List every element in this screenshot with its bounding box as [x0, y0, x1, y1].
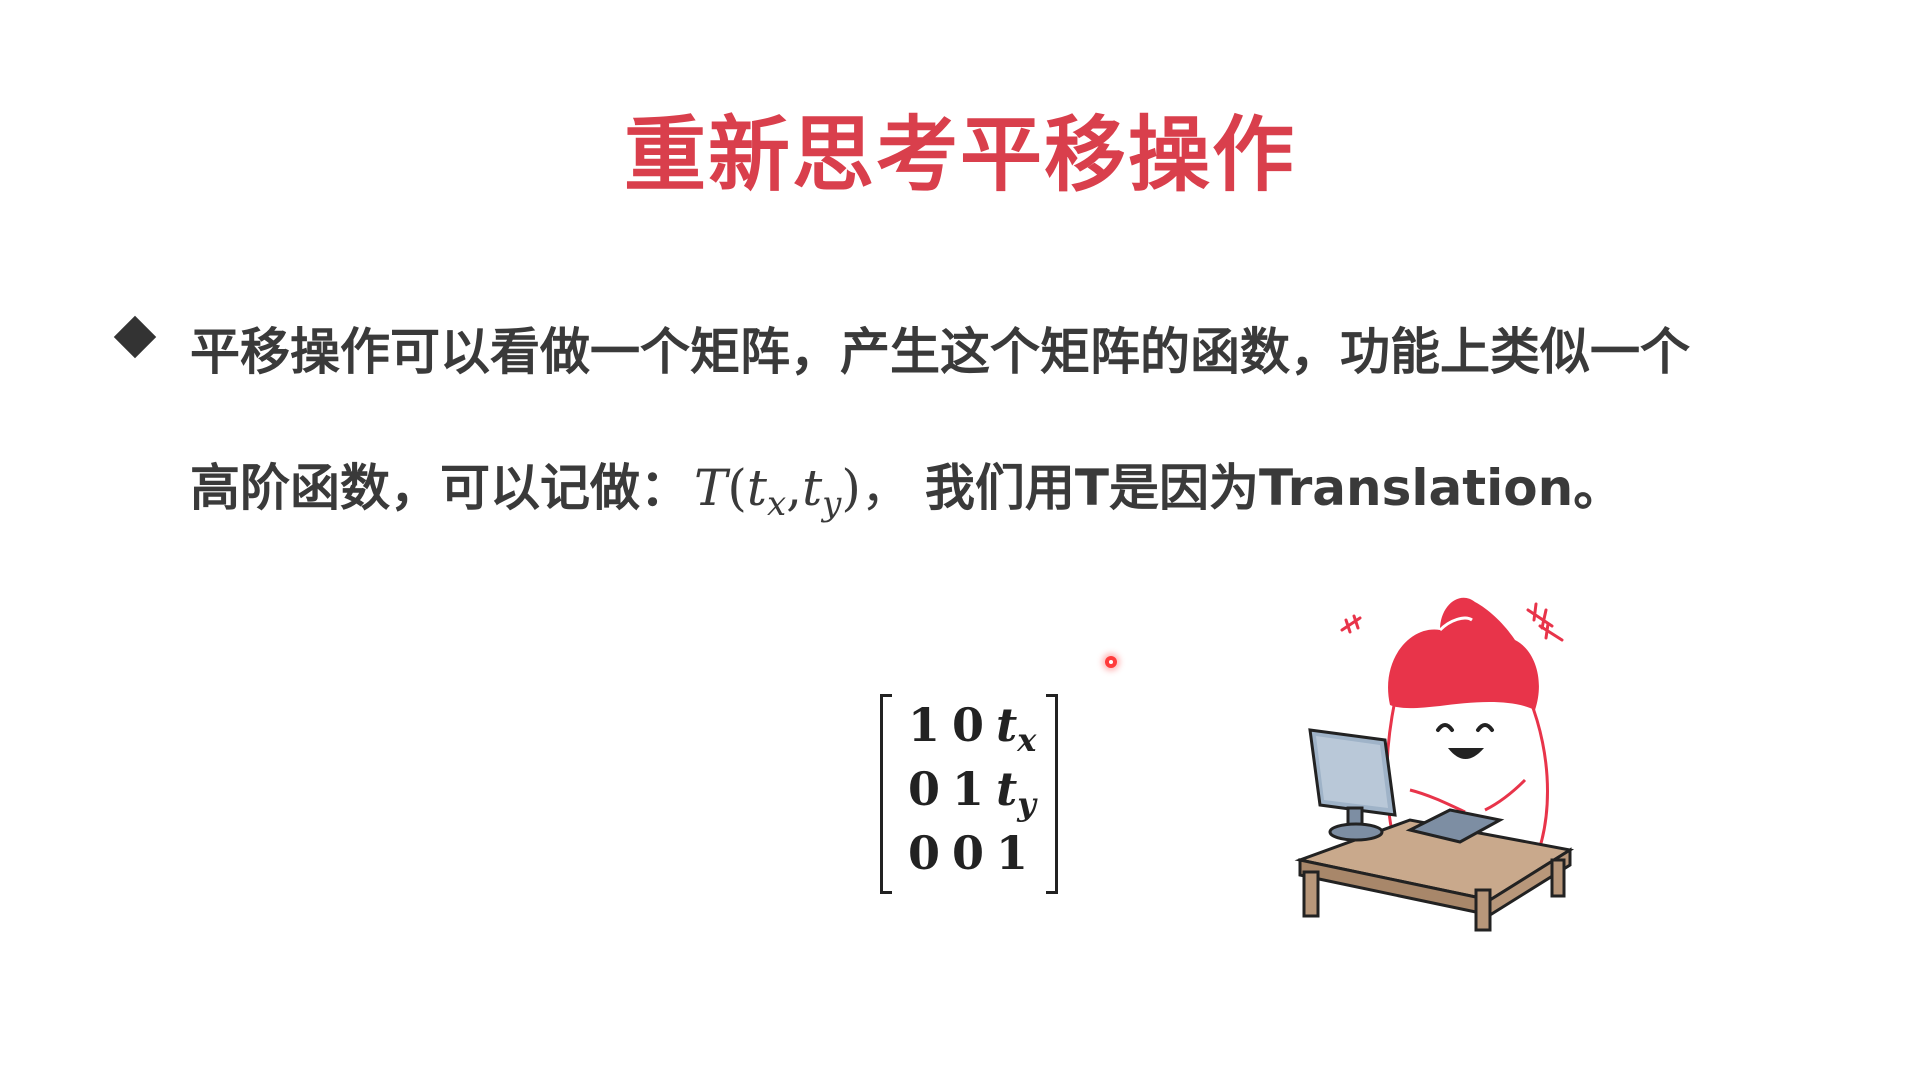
- matrix-cell: tx: [996, 698, 1036, 759]
- formula-trailing-comma: ，: [860, 459, 911, 517]
- formula-close-paren: ): [841, 459, 861, 517]
- bullet-line-2-prefix: 高阶函数，可以记做：: [190, 459, 690, 517]
- formula-arg2: t: [802, 459, 823, 517]
- matrix-cell-main: t: [996, 762, 1018, 816]
- formula-comma: ,: [786, 459, 803, 517]
- matrix-cell: 0: [951, 826, 984, 880]
- slide-title: 重新思考平移操作: [623, 108, 1296, 203]
- matrix-row-1: 1 0 tx: [902, 698, 1036, 759]
- matrix-cell: 0: [907, 826, 940, 880]
- slide: 重新思考平移操作 平移操作可以看做一个矩阵，产生这个矩阵的函数，功能上类似一个 …: [0, 0, 1920, 1080]
- matrix-left-bracket: [880, 694, 892, 894]
- formula-open-paren: (: [727, 459, 747, 517]
- translation-formula: T(tx,ty)，: [694, 448, 911, 524]
- matrix-cell-sub: x: [1017, 721, 1037, 759]
- matrix-cell: 1: [995, 826, 1028, 880]
- matrix-right-bracket: [1046, 694, 1058, 894]
- matrix-row-3: 0 0 1: [902, 826, 1034, 886]
- matrix-cell: ty: [996, 762, 1036, 823]
- matrix-cell-main: t: [996, 698, 1018, 752]
- matrix-row-2: 0 1 ty: [902, 762, 1036, 823]
- formula-arg2-sub: y: [822, 484, 842, 524]
- laser-pointer-icon: [1105, 656, 1117, 668]
- bullet-line-1: 平移操作可以看做一个矩阵，产生这个矩阵的函数，功能上类似一个: [190, 323, 1690, 381]
- matrix-cell-sub: y: [1017, 785, 1036, 823]
- formula-arg1: t: [746, 459, 767, 517]
- matrix-cell: 1: [907, 698, 940, 752]
- bullet-line-2: 高阶函数，可以记做： T(tx,ty)， 我们用T是因为Translation。: [190, 448, 1623, 524]
- matrix-cell: 0: [951, 698, 984, 752]
- mascot-at-computer-illustration: [1294, 597, 1575, 932]
- matrix-cell: 0: [907, 762, 940, 816]
- formula-arg1-sub: x: [766, 484, 787, 524]
- diamond-bullet-icon: [113, 315, 157, 359]
- translation-matrix: 1 0 tx 0 1 ty 0 0 1: [880, 694, 1058, 894]
- bullet-line-2-suffix: 我们用T是因为Translation。: [924, 459, 1624, 517]
- matrix-cell: 1: [951, 762, 984, 816]
- formula-function: T: [694, 459, 728, 517]
